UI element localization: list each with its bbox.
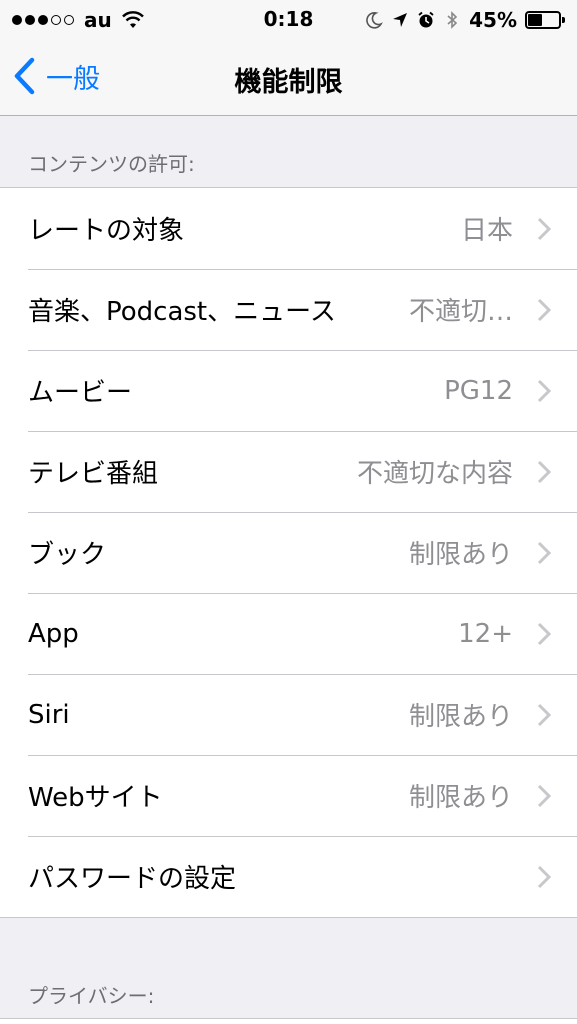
- chevron-right-icon: [537, 703, 551, 726]
- chevron-right-icon: [537, 541, 551, 564]
- status-right: 45%: [365, 8, 565, 32]
- chevron-right-icon: [537, 379, 551, 402]
- battery-nub: [562, 17, 565, 23]
- row-value: 不適切…: [408, 297, 513, 327]
- row-label: テレビ番組: [28, 459, 159, 489]
- row-value: PG12: [444, 375, 513, 406]
- row-label: App: [28, 618, 79, 649]
- row-value: 制限あり: [408, 702, 513, 732]
- row-tv-shows[interactable]: テレビ番組 不適切な内容: [0, 431, 577, 512]
- row-value: 制限あり: [408, 540, 513, 570]
- row-apps[interactable]: App 12+: [0, 593, 577, 674]
- page-title: 機能制限: [234, 67, 343, 98]
- row-value: 制限あり: [408, 783, 513, 813]
- row-siri[interactable]: Siri 制限あり: [0, 674, 577, 755]
- section-header-content: コンテンツの許可:: [28, 152, 195, 176]
- row-label: 音楽、Podcast、ニュース: [28, 297, 336, 327]
- navigation-bar: 一般 機能制限: [0, 40, 577, 116]
- battery-percent: 45%: [469, 8, 517, 32]
- row-rating-region[interactable]: レートの対象 日本: [0, 188, 577, 269]
- row-websites[interactable]: Webサイト 制限あり: [0, 755, 577, 836]
- chevron-right-icon: [537, 622, 551, 645]
- location-arrow-icon: [393, 13, 408, 27]
- row-label: パスワードの設定: [28, 864, 237, 894]
- row-label: ムービー: [28, 378, 133, 408]
- row-label: Siri: [28, 699, 70, 730]
- row-label: Webサイト: [28, 783, 163, 813]
- moon-icon: [366, 12, 384, 29]
- row-label: ブック: [28, 540, 107, 570]
- status-bar: au 0:18 45%: [0, 0, 577, 40]
- chevron-right-icon: [537, 865, 551, 888]
- chevron-right-icon: [537, 784, 551, 807]
- alarm-icon: [418, 11, 434, 28]
- row-label: レートの対象: [28, 216, 185, 246]
- chevron-right-icon: [537, 298, 551, 321]
- bluetooth-icon: [447, 11, 458, 29]
- privacy-group: [0, 1018, 577, 1024]
- battery-fill: [528, 14, 542, 26]
- row-value: 日本: [460, 216, 513, 246]
- chevron-right-icon: [537, 217, 551, 240]
- row-music-podcast-news[interactable]: 音楽、Podcast、ニュース 不適切…: [0, 269, 577, 350]
- row-books[interactable]: ブック 制限あり: [0, 512, 577, 593]
- row-password-settings[interactable]: パスワードの設定: [0, 836, 577, 917]
- chevron-right-icon: [537, 460, 551, 483]
- content-restrictions-group: レートの対象 日本 音楽、Podcast、ニュース 不適切… ムービー PG12…: [0, 187, 577, 918]
- row-movies[interactable]: ムービー PG12: [0, 350, 577, 431]
- row-value: 不適切な内容: [356, 459, 513, 489]
- row-value: 12+: [458, 618, 513, 649]
- battery-icon: [525, 11, 565, 29]
- section-header-privacy: プライバシー:: [28, 984, 155, 1008]
